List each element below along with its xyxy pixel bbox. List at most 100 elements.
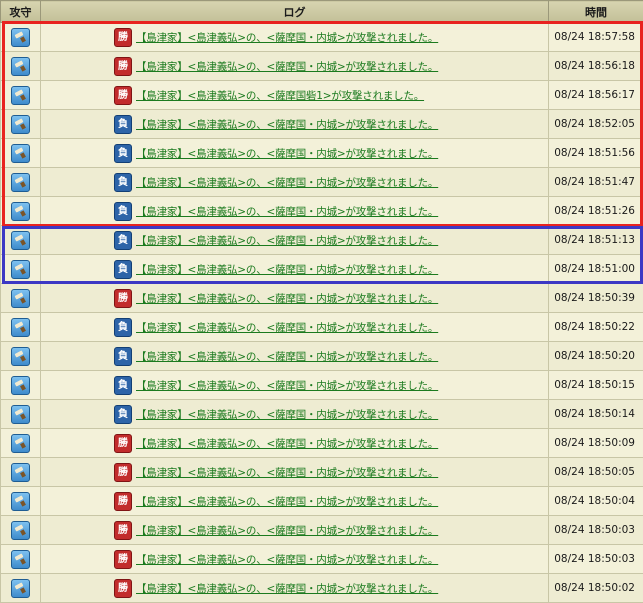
time-cell: 08/24 18:50:03	[549, 545, 643, 574]
table-row: 負【島津家】<島津義弘>の、<薩摩国・内城>が攻撃されました。08/24 18:…	[1, 400, 643, 429]
header-time[interactable]: 時間	[549, 1, 643, 23]
log-cell: 負【島津家】<島津義弘>の、<薩摩国・内城>が攻撃されました。	[41, 226, 549, 255]
attack-icon	[11, 550, 30, 569]
log-message-link[interactable]: 【島津家】<島津義弘>の、<薩摩国・内城>が攻撃されました。	[136, 409, 438, 421]
attack-icon	[11, 231, 30, 250]
win-badge: 勝	[114, 492, 132, 511]
attack-cell	[1, 168, 41, 197]
battle-log-table: 攻守 ログ 時間 勝【島津家】<島津義弘>の、<薩摩国・内城>が攻撃されました。…	[0, 0, 643, 603]
log-cell: 負【島津家】<島津義弘>の、<薩摩国・内城>が攻撃されました。	[41, 313, 549, 342]
lose-badge: 負	[114, 173, 132, 192]
log-cell: 負【島津家】<島津義弘>の、<薩摩国・内城>が攻撃されました。	[41, 139, 549, 168]
log-cell: 勝【島津家】<島津義弘>の、<薩摩国・内城>が攻撃されました。	[41, 574, 549, 603]
time-cell: 08/24 18:50:03	[549, 516, 643, 545]
time-cell: 08/24 18:56:17	[549, 81, 643, 110]
table-row: 勝【島津家】<島津義弘>の、<薩摩国・内城>が攻撃されました。08/24 18:…	[1, 516, 643, 545]
table-row: 勝【島津家】<島津義弘>の、<薩摩国・内城>が攻撃されました。08/24 18:…	[1, 574, 643, 603]
attack-icon	[11, 202, 30, 221]
log-message-link[interactable]: 【島津家】<島津義弘>の、<薩摩国・内城>が攻撃されました。	[136, 235, 438, 247]
table-header-row: 攻守 ログ 時間	[1, 1, 643, 23]
table-row: 負【島津家】<島津義弘>の、<薩摩国・内城>が攻撃されました。08/24 18:…	[1, 226, 643, 255]
lose-badge: 負	[114, 405, 132, 424]
log-message-link[interactable]: 【島津家】<島津義弘>の、<薩摩国砦1>が攻撃されました。	[136, 90, 424, 102]
log-cell: 負【島津家】<島津義弘>の、<薩摩国・内城>が攻撃されました。	[41, 400, 549, 429]
table-row: 負【島津家】<島津義弘>の、<薩摩国・内城>が攻撃されました。08/24 18:…	[1, 168, 643, 197]
attack-icon	[11, 492, 30, 511]
log-message-link[interactable]: 【島津家】<島津義弘>の、<薩摩国・内城>が攻撃されました。	[136, 467, 438, 479]
log-message-link[interactable]: 【島津家】<島津義弘>の、<薩摩国・内城>が攻撃されました。	[136, 293, 438, 305]
battle-log-body: 勝【島津家】<島津義弘>の、<薩摩国・内城>が攻撃されました。08/24 18:…	[1, 23, 643, 603]
log-message-link[interactable]: 【島津家】<島津義弘>の、<薩摩国・内城>が攻撃されました。	[136, 554, 438, 566]
attack-cell	[1, 371, 41, 400]
table-row: 負【島津家】<島津義弘>の、<薩摩国・内城>が攻撃されました。08/24 18:…	[1, 371, 643, 400]
attack-icon	[11, 405, 30, 424]
attack-icon	[11, 86, 30, 105]
time-cell: 08/24 18:50:02	[549, 574, 643, 603]
log-message-link[interactable]: 【島津家】<島津義弘>の、<薩摩国・内城>が攻撃されました。	[136, 264, 438, 276]
attack-cell	[1, 313, 41, 342]
attack-cell	[1, 255, 41, 284]
log-message-link[interactable]: 【島津家】<島津義弘>の、<薩摩国・内城>が攻撃されました。	[136, 583, 438, 595]
log-cell: 負【島津家】<島津義弘>の、<薩摩国・内城>が攻撃されました。	[41, 342, 549, 371]
log-message-link[interactable]: 【島津家】<島津義弘>の、<薩摩国・内城>が攻撃されました。	[136, 119, 438, 131]
win-badge: 勝	[114, 579, 132, 598]
log-message-link[interactable]: 【島津家】<島津義弘>の、<薩摩国・内城>が攻撃されました。	[136, 177, 438, 189]
table-row: 勝【島津家】<島津義弘>の、<薩摩国・内城>が攻撃されました。08/24 18:…	[1, 429, 643, 458]
header-log[interactable]: ログ	[41, 1, 549, 23]
attack-icon	[11, 144, 30, 163]
log-message-link[interactable]: 【島津家】<島津義弘>の、<薩摩国・内城>が攻撃されました。	[136, 525, 438, 537]
time-cell: 08/24 18:50:09	[549, 429, 643, 458]
attack-cell	[1, 487, 41, 516]
attack-cell	[1, 81, 41, 110]
battle-log-panel: 攻守 ログ 時間 勝【島津家】<島津義弘>の、<薩摩国・内城>が攻撃されました。…	[0, 0, 643, 599]
attack-cell	[1, 226, 41, 255]
table-row: 勝【島津家】<島津義弘>の、<薩摩国・内城>が攻撃されました。08/24 18:…	[1, 52, 643, 81]
attack-icon	[11, 173, 30, 192]
attack-icon	[11, 347, 30, 366]
log-cell: 勝【島津家】<島津義弘>の、<薩摩国・内城>が攻撃されました。	[41, 429, 549, 458]
attack-icon	[11, 318, 30, 337]
log-message-link[interactable]: 【島津家】<島津義弘>の、<薩摩国・内城>が攻撃されました。	[136, 322, 438, 334]
log-message-link[interactable]: 【島津家】<島津義弘>の、<薩摩国・内城>が攻撃されました。	[136, 496, 438, 508]
attack-icon	[11, 521, 30, 540]
log-cell: 勝【島津家】<島津義弘>の、<薩摩国・内城>が攻撃されました。	[41, 23, 549, 52]
log-message-link[interactable]: 【島津家】<島津義弘>の、<薩摩国・内城>が攻撃されました。	[136, 351, 438, 363]
lose-badge: 負	[114, 318, 132, 337]
table-row: 勝【島津家】<島津義弘>の、<薩摩国砦1>が攻撃されました。08/24 18:5…	[1, 81, 643, 110]
log-message-link[interactable]: 【島津家】<島津義弘>の、<薩摩国・内城>が攻撃されました。	[136, 380, 438, 392]
time-cell: 08/24 18:52:05	[549, 110, 643, 139]
log-cell: 負【島津家】<島津義弘>の、<薩摩国・内城>が攻撃されました。	[41, 197, 549, 226]
table-row: 勝【島津家】<島津義弘>の、<薩摩国・内城>が攻撃されました。08/24 18:…	[1, 487, 643, 516]
log-message-link[interactable]: 【島津家】<島津義弘>の、<薩摩国・内城>が攻撃されました。	[136, 148, 438, 160]
log-message-link[interactable]: 【島津家】<島津義弘>の、<薩摩国・内城>が攻撃されました。	[136, 32, 438, 44]
win-badge: 勝	[114, 463, 132, 482]
time-cell: 08/24 18:50:22	[549, 313, 643, 342]
log-cell: 勝【島津家】<島津義弘>の、<薩摩国・内城>が攻撃されました。	[41, 516, 549, 545]
log-message-link[interactable]: 【島津家】<島津義弘>の、<薩摩国・内城>が攻撃されました。	[136, 438, 438, 450]
log-cell: 勝【島津家】<島津義弘>の、<薩摩国・内城>が攻撃されました。	[41, 284, 549, 313]
time-cell: 08/24 18:51:26	[549, 197, 643, 226]
attack-icon	[11, 115, 30, 134]
attack-cell	[1, 429, 41, 458]
log-message-link[interactable]: 【島津家】<島津義弘>の、<薩摩国・内城>が攻撃されました。	[136, 206, 438, 218]
attack-icon	[11, 28, 30, 47]
win-badge: 勝	[114, 57, 132, 76]
log-cell: 負【島津家】<島津義弘>の、<薩摩国・内城>が攻撃されました。	[41, 371, 549, 400]
table-row: 勝【島津家】<島津義弘>の、<薩摩国・内城>が攻撃されました。08/24 18:…	[1, 545, 643, 574]
table-row: 負【島津家】<島津義弘>の、<薩摩国・内城>が攻撃されました。08/24 18:…	[1, 139, 643, 168]
win-badge: 勝	[114, 86, 132, 105]
attack-cell	[1, 23, 41, 52]
log-message-link[interactable]: 【島津家】<島津義弘>の、<薩摩国・内城>が攻撃されました。	[136, 61, 438, 73]
log-cell: 負【島津家】<島津義弘>の、<薩摩国・内城>が攻撃されました。	[41, 255, 549, 284]
time-cell: 08/24 18:51:56	[549, 139, 643, 168]
lose-badge: 負	[114, 144, 132, 163]
lose-badge: 負	[114, 376, 132, 395]
table-row: 勝【島津家】<島津義弘>の、<薩摩国・内城>が攻撃されました。08/24 18:…	[1, 458, 643, 487]
table-row: 負【島津家】<島津義弘>の、<薩摩国・内城>が攻撃されました。08/24 18:…	[1, 110, 643, 139]
header-attack-defense[interactable]: 攻守	[1, 1, 41, 23]
attack-icon	[11, 463, 30, 482]
time-cell: 08/24 18:51:00	[549, 255, 643, 284]
log-cell: 勝【島津家】<島津義弘>の、<薩摩国砦1>が攻撃されました。	[41, 81, 549, 110]
attack-cell	[1, 197, 41, 226]
attack-icon	[11, 434, 30, 453]
